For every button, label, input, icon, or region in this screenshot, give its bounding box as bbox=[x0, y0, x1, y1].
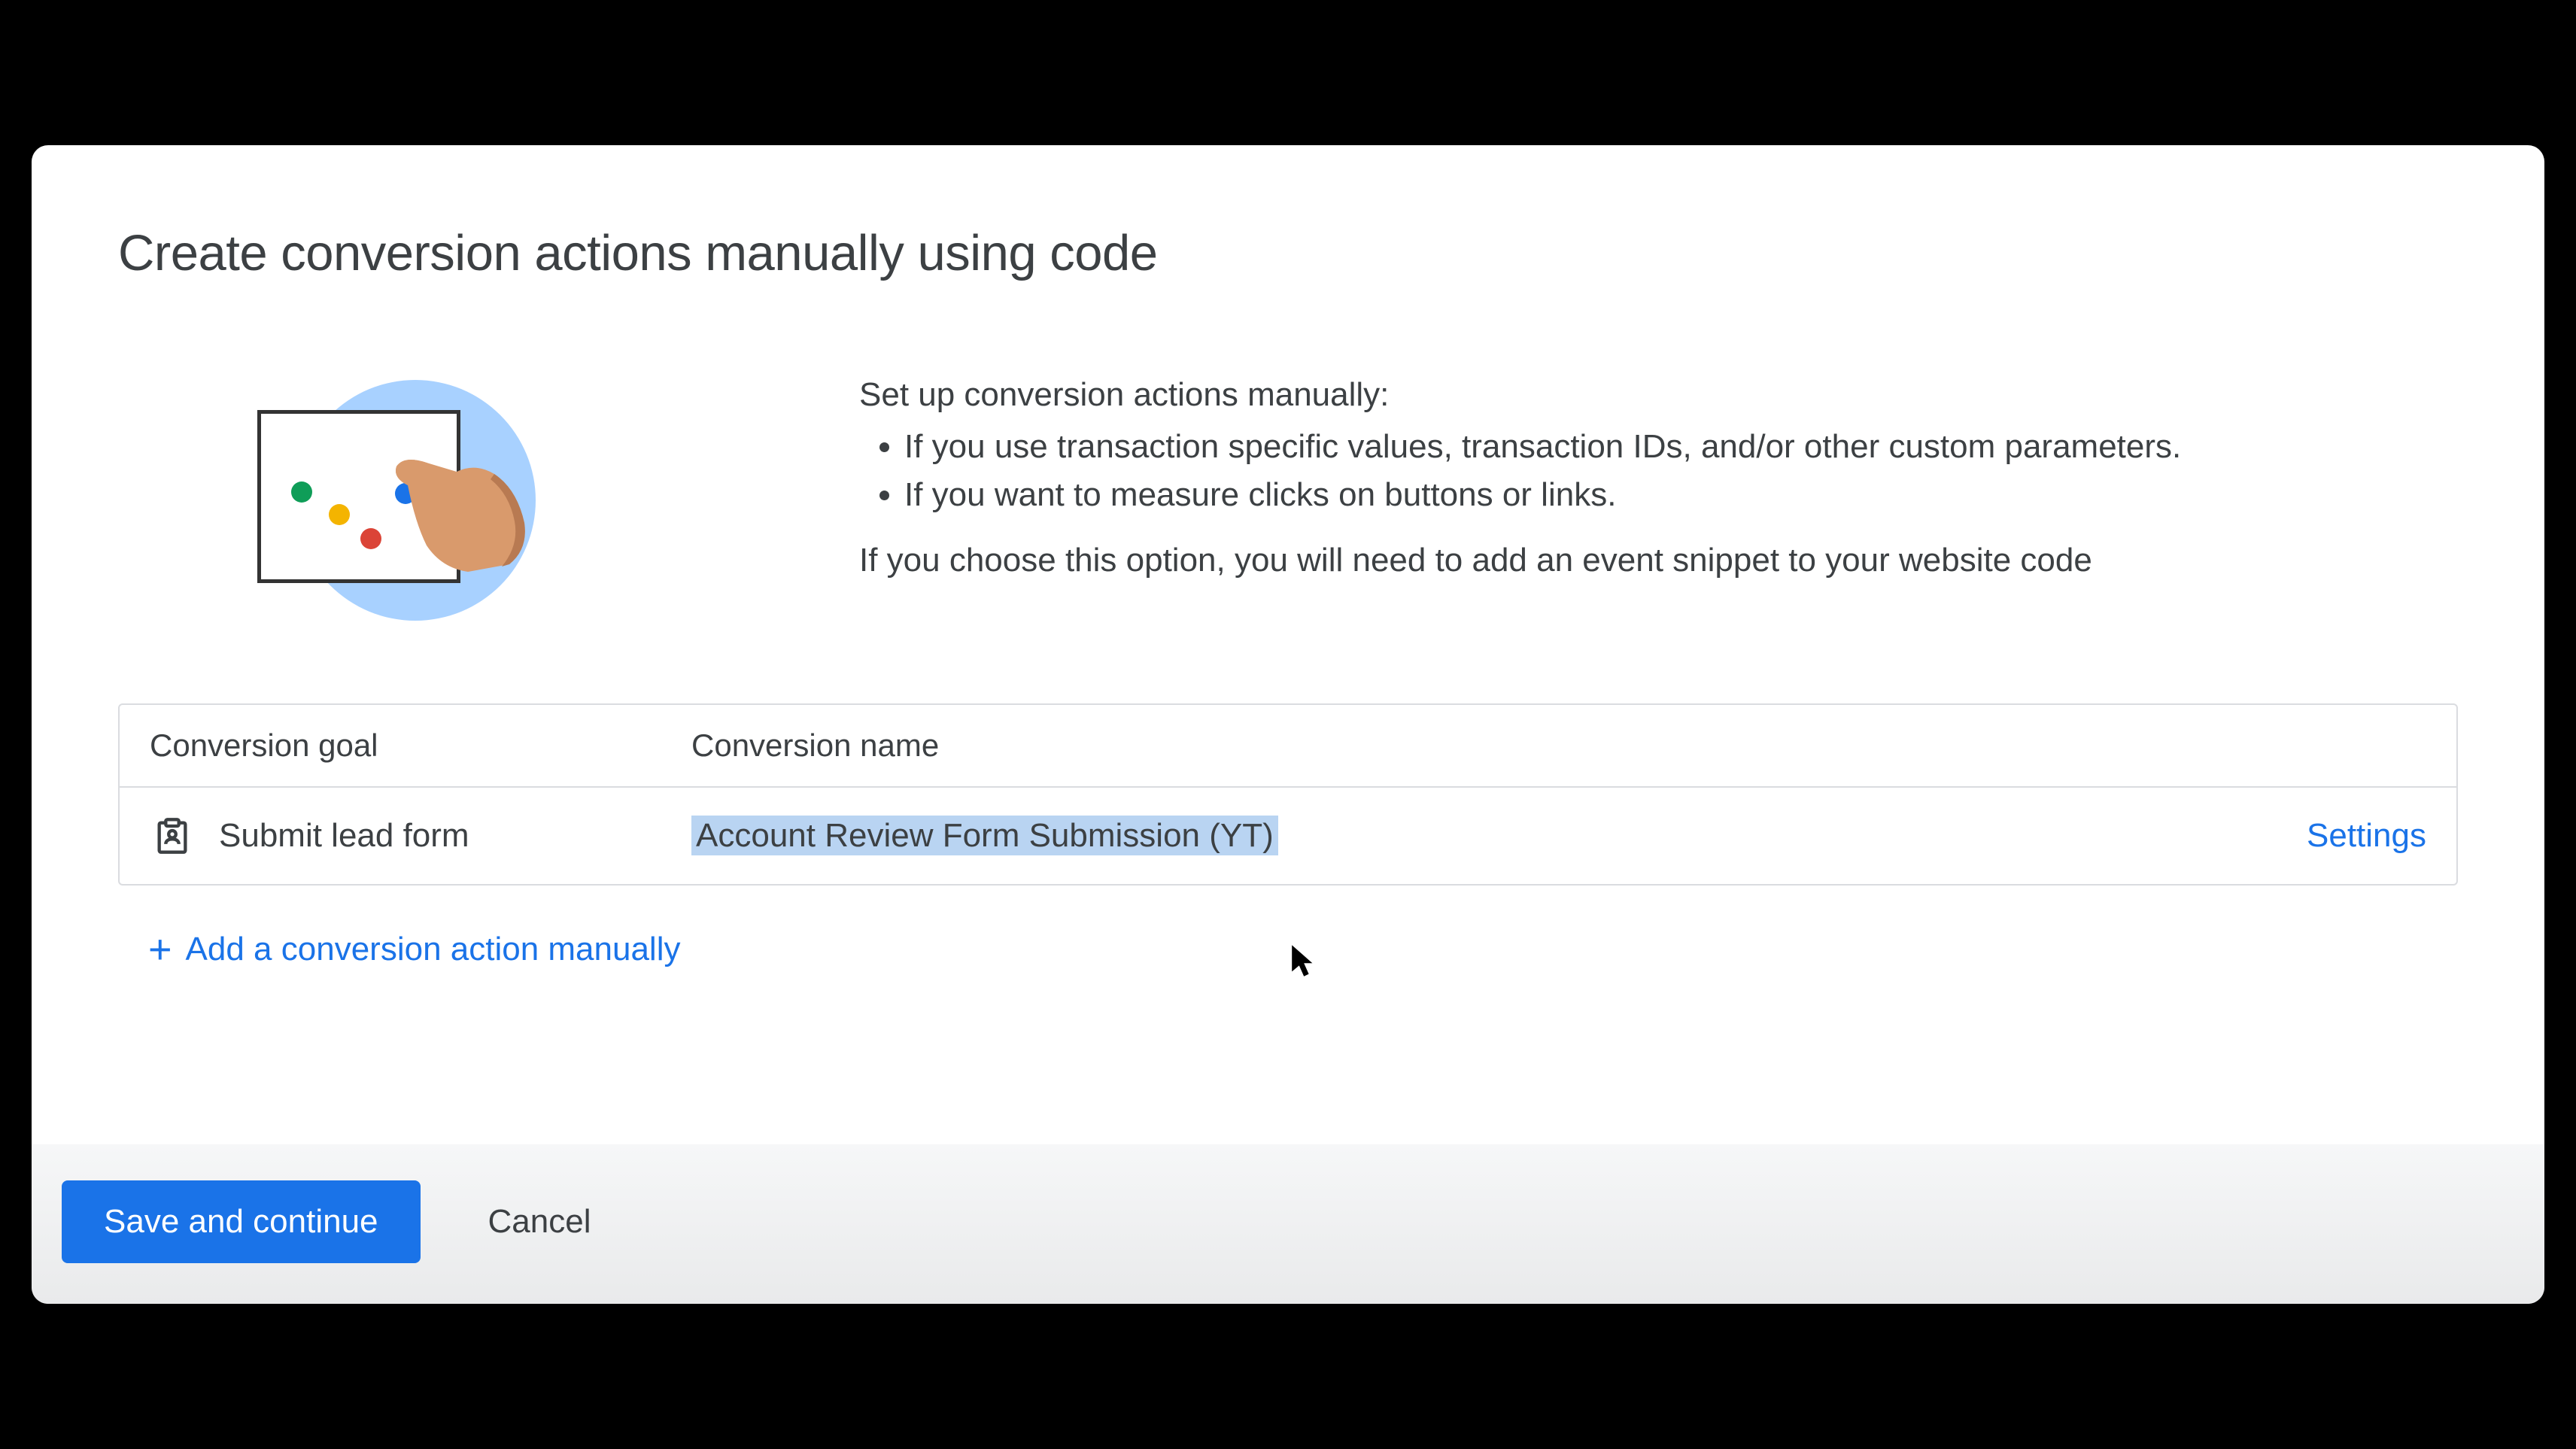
hand-icon bbox=[385, 425, 536, 576]
add-action-label: Add a conversion action manually bbox=[186, 931, 681, 968]
intro-text: Set up conversion actions manually: If y… bbox=[543, 372, 2181, 583]
conversion-name[interactable]: Account Review Form Submission (YT) bbox=[691, 816, 1278, 855]
footer-bar: Save and continue Cancel bbox=[32, 1144, 2544, 1304]
cancel-button[interactable]: Cancel bbox=[488, 1203, 591, 1241]
add-conversion-action-button[interactable]: + Add a conversion action manually bbox=[32, 886, 2544, 1022]
settings-link[interactable]: Settings bbox=[2307, 817, 2426, 855]
header-conversion-goal: Conversion goal bbox=[150, 728, 691, 764]
intro-section: Set up conversion actions manually: If y… bbox=[32, 282, 2544, 628]
conversion-table: Conversion goal Conversion name Submit l… bbox=[118, 703, 2458, 886]
page-title: Create conversion actions manually using… bbox=[32, 145, 2544, 282]
goal-label: Submit lead form bbox=[219, 817, 469, 855]
intro-note: If you choose this option, you will need… bbox=[859, 538, 2181, 582]
form-icon bbox=[150, 813, 195, 858]
intro-bullet: If you want to measure clicks on buttons… bbox=[904, 472, 2181, 517]
header-conversion-name: Conversion name bbox=[691, 728, 2426, 764]
table-header: Conversion goal Conversion name bbox=[120, 705, 2456, 788]
plus-icon: + bbox=[148, 929, 172, 970]
save-and-continue-button[interactable]: Save and continue bbox=[62, 1180, 421, 1263]
illustration bbox=[257, 372, 543, 628]
dialog-card: Create conversion actions manually using… bbox=[32, 145, 2544, 1304]
intro-lead: Set up conversion actions manually: bbox=[859, 372, 2181, 417]
table-row: Submit lead form Account Review Form Sub… bbox=[120, 788, 2456, 884]
intro-bullet: If you use transaction specific values, … bbox=[904, 424, 2181, 469]
